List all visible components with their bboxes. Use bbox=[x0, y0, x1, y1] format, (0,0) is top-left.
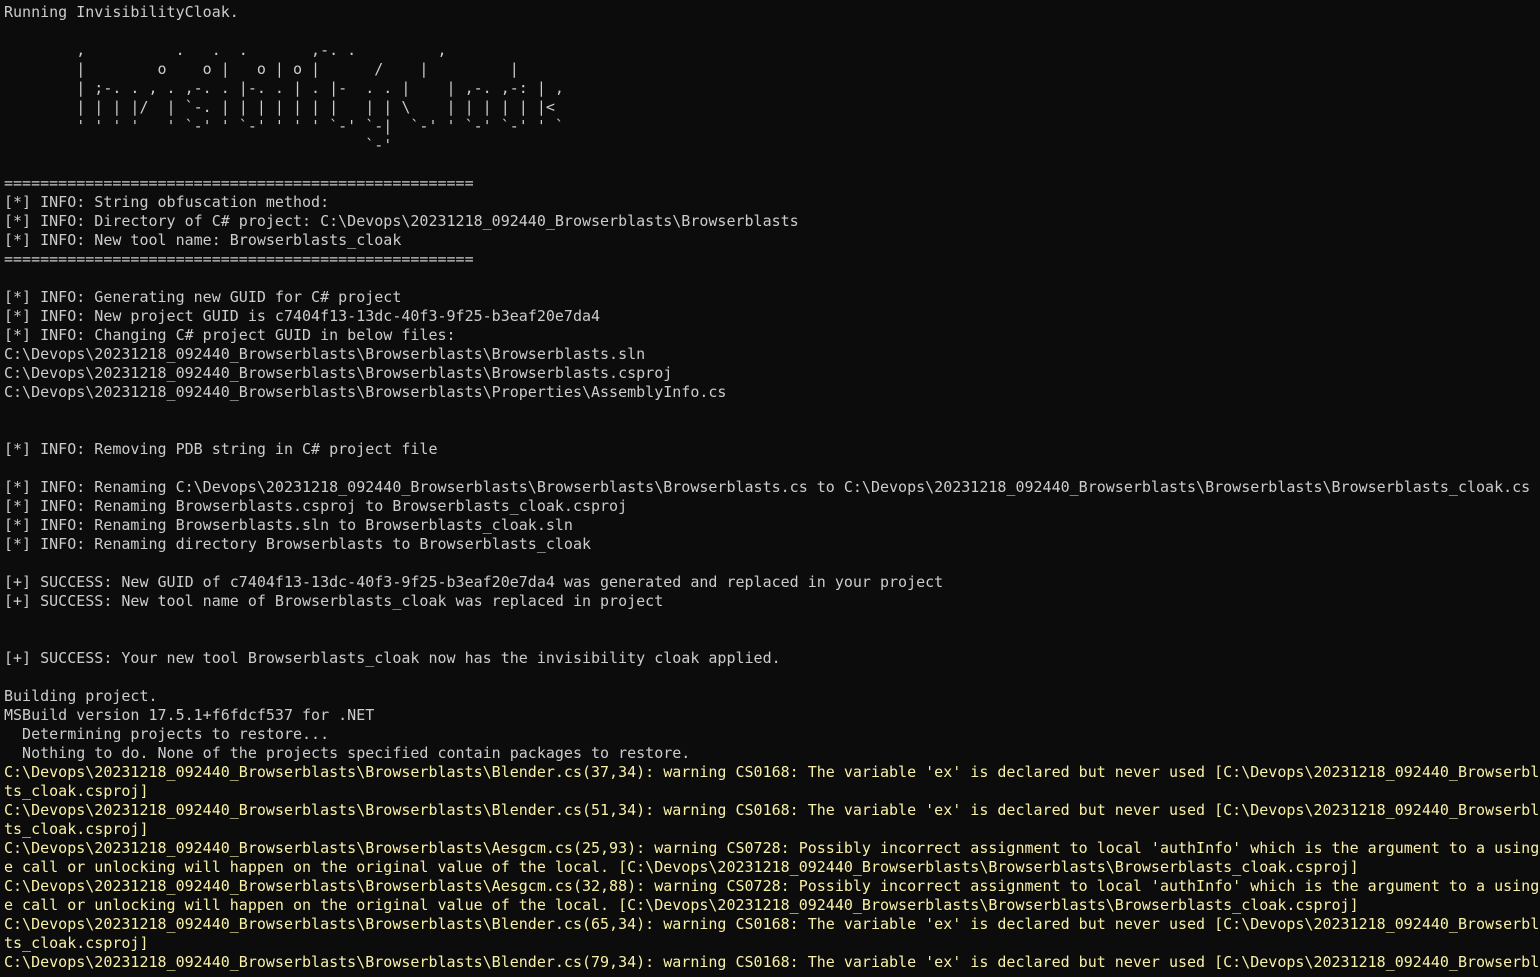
output-line: [+] SUCCESS: Your new tool Browserblasts… bbox=[4, 649, 781, 667]
output-line: [*] INFO: Renaming directory Browserblas… bbox=[4, 535, 591, 553]
warning-line: C:\Devops\20231218_092440_Browserblasts\… bbox=[4, 953, 1540, 971]
output-line: [+] SUCCESS: New GUID of c7404f13-13dc-4… bbox=[4, 573, 944, 591]
output-line: MSBuild version 17.5.1+f6fdcf537 for .NE… bbox=[4, 706, 375, 724]
warning-line: e call or unlocking will happen on the o… bbox=[4, 896, 1359, 914]
output-line: | ;-. . , . ,-. . |-. . | . |- . . | | ,… bbox=[4, 79, 564, 97]
warning-line: C:\Devops\20231218_092440_Browserblasts\… bbox=[4, 801, 1540, 819]
output-line: Determining projects to restore... bbox=[4, 725, 330, 743]
output-line: [*] INFO: Generating new GUID for C# pro… bbox=[4, 288, 402, 306]
output-line: [+] SUCCESS: New tool name of Browserbla… bbox=[4, 592, 664, 610]
warning-line: ts_cloak.csproj] bbox=[4, 782, 149, 800]
output-line: ========================================… bbox=[4, 174, 474, 192]
warning-line: ts_cloak.csproj] bbox=[4, 934, 149, 952]
output-line: [*] INFO: Directory of C# project: C:\De… bbox=[4, 212, 799, 230]
output-line: [*] INFO: New tool name: Browserblasts_c… bbox=[4, 231, 402, 249]
warning-line: C:\Devops\20231218_092440_Browserblasts\… bbox=[4, 839, 1540, 857]
output-line: Nothing to do. None of the projects spec… bbox=[4, 744, 691, 762]
output-line: [*] INFO: Renaming Browserblasts.sln to … bbox=[4, 516, 573, 534]
output-line: C:\Devops\20231218_092440_Browserblasts\… bbox=[4, 364, 673, 382]
output-line: , . . . ,-. . , bbox=[4, 41, 447, 59]
output-line: [*] INFO: Removing PDB string in C# proj… bbox=[4, 440, 438, 458]
output-line: C:\Devops\20231218_092440_Browserblasts\… bbox=[4, 345, 646, 363]
warning-line: e call or unlocking will happen on the o… bbox=[4, 858, 1359, 876]
warning-line: C:\Devops\20231218_092440_Browserblasts\… bbox=[4, 915, 1540, 933]
output-line: [*] INFO: Renaming C:\Devops\20231218_09… bbox=[4, 478, 1531, 496]
warning-line: C:\Devops\20231218_092440_Browserblasts\… bbox=[4, 877, 1540, 895]
output-line: C:\Devops\20231218_092440_Browserblasts\… bbox=[4, 383, 727, 401]
output-line: `-' bbox=[4, 136, 393, 154]
output-line: Running InvisibilityCloak. bbox=[4, 3, 239, 21]
warning-line: ts_cloak.csproj] bbox=[4, 820, 149, 838]
output-line: [*] INFO: Renaming Browserblasts.csproj … bbox=[4, 497, 628, 515]
output-line: [*] INFO: String obfuscation method: bbox=[4, 193, 330, 211]
output-line: | | | |/ | `-. | | | | | | | | | \ | | |… bbox=[4, 98, 555, 116]
output-line: ' ' ' ' ' `-' ' `-' ' ' ' `-' `-| `-' ' … bbox=[4, 117, 564, 135]
output-line: ========================================… bbox=[4, 250, 474, 268]
output-line: Building project. bbox=[4, 687, 158, 705]
output-line: [*] INFO: New project GUID is c7404f13-1… bbox=[4, 307, 601, 325]
warning-line: C:\Devops\20231218_092440_Browserblasts\… bbox=[4, 763, 1540, 781]
output-line: | o o | o | o | / | | bbox=[4, 60, 519, 78]
output-line: [*] INFO: Changing C# project GUID in be… bbox=[4, 326, 456, 344]
terminal-output[interactable]: Running InvisibilityCloak. , . . . ,-. .… bbox=[4, 3, 1540, 977]
